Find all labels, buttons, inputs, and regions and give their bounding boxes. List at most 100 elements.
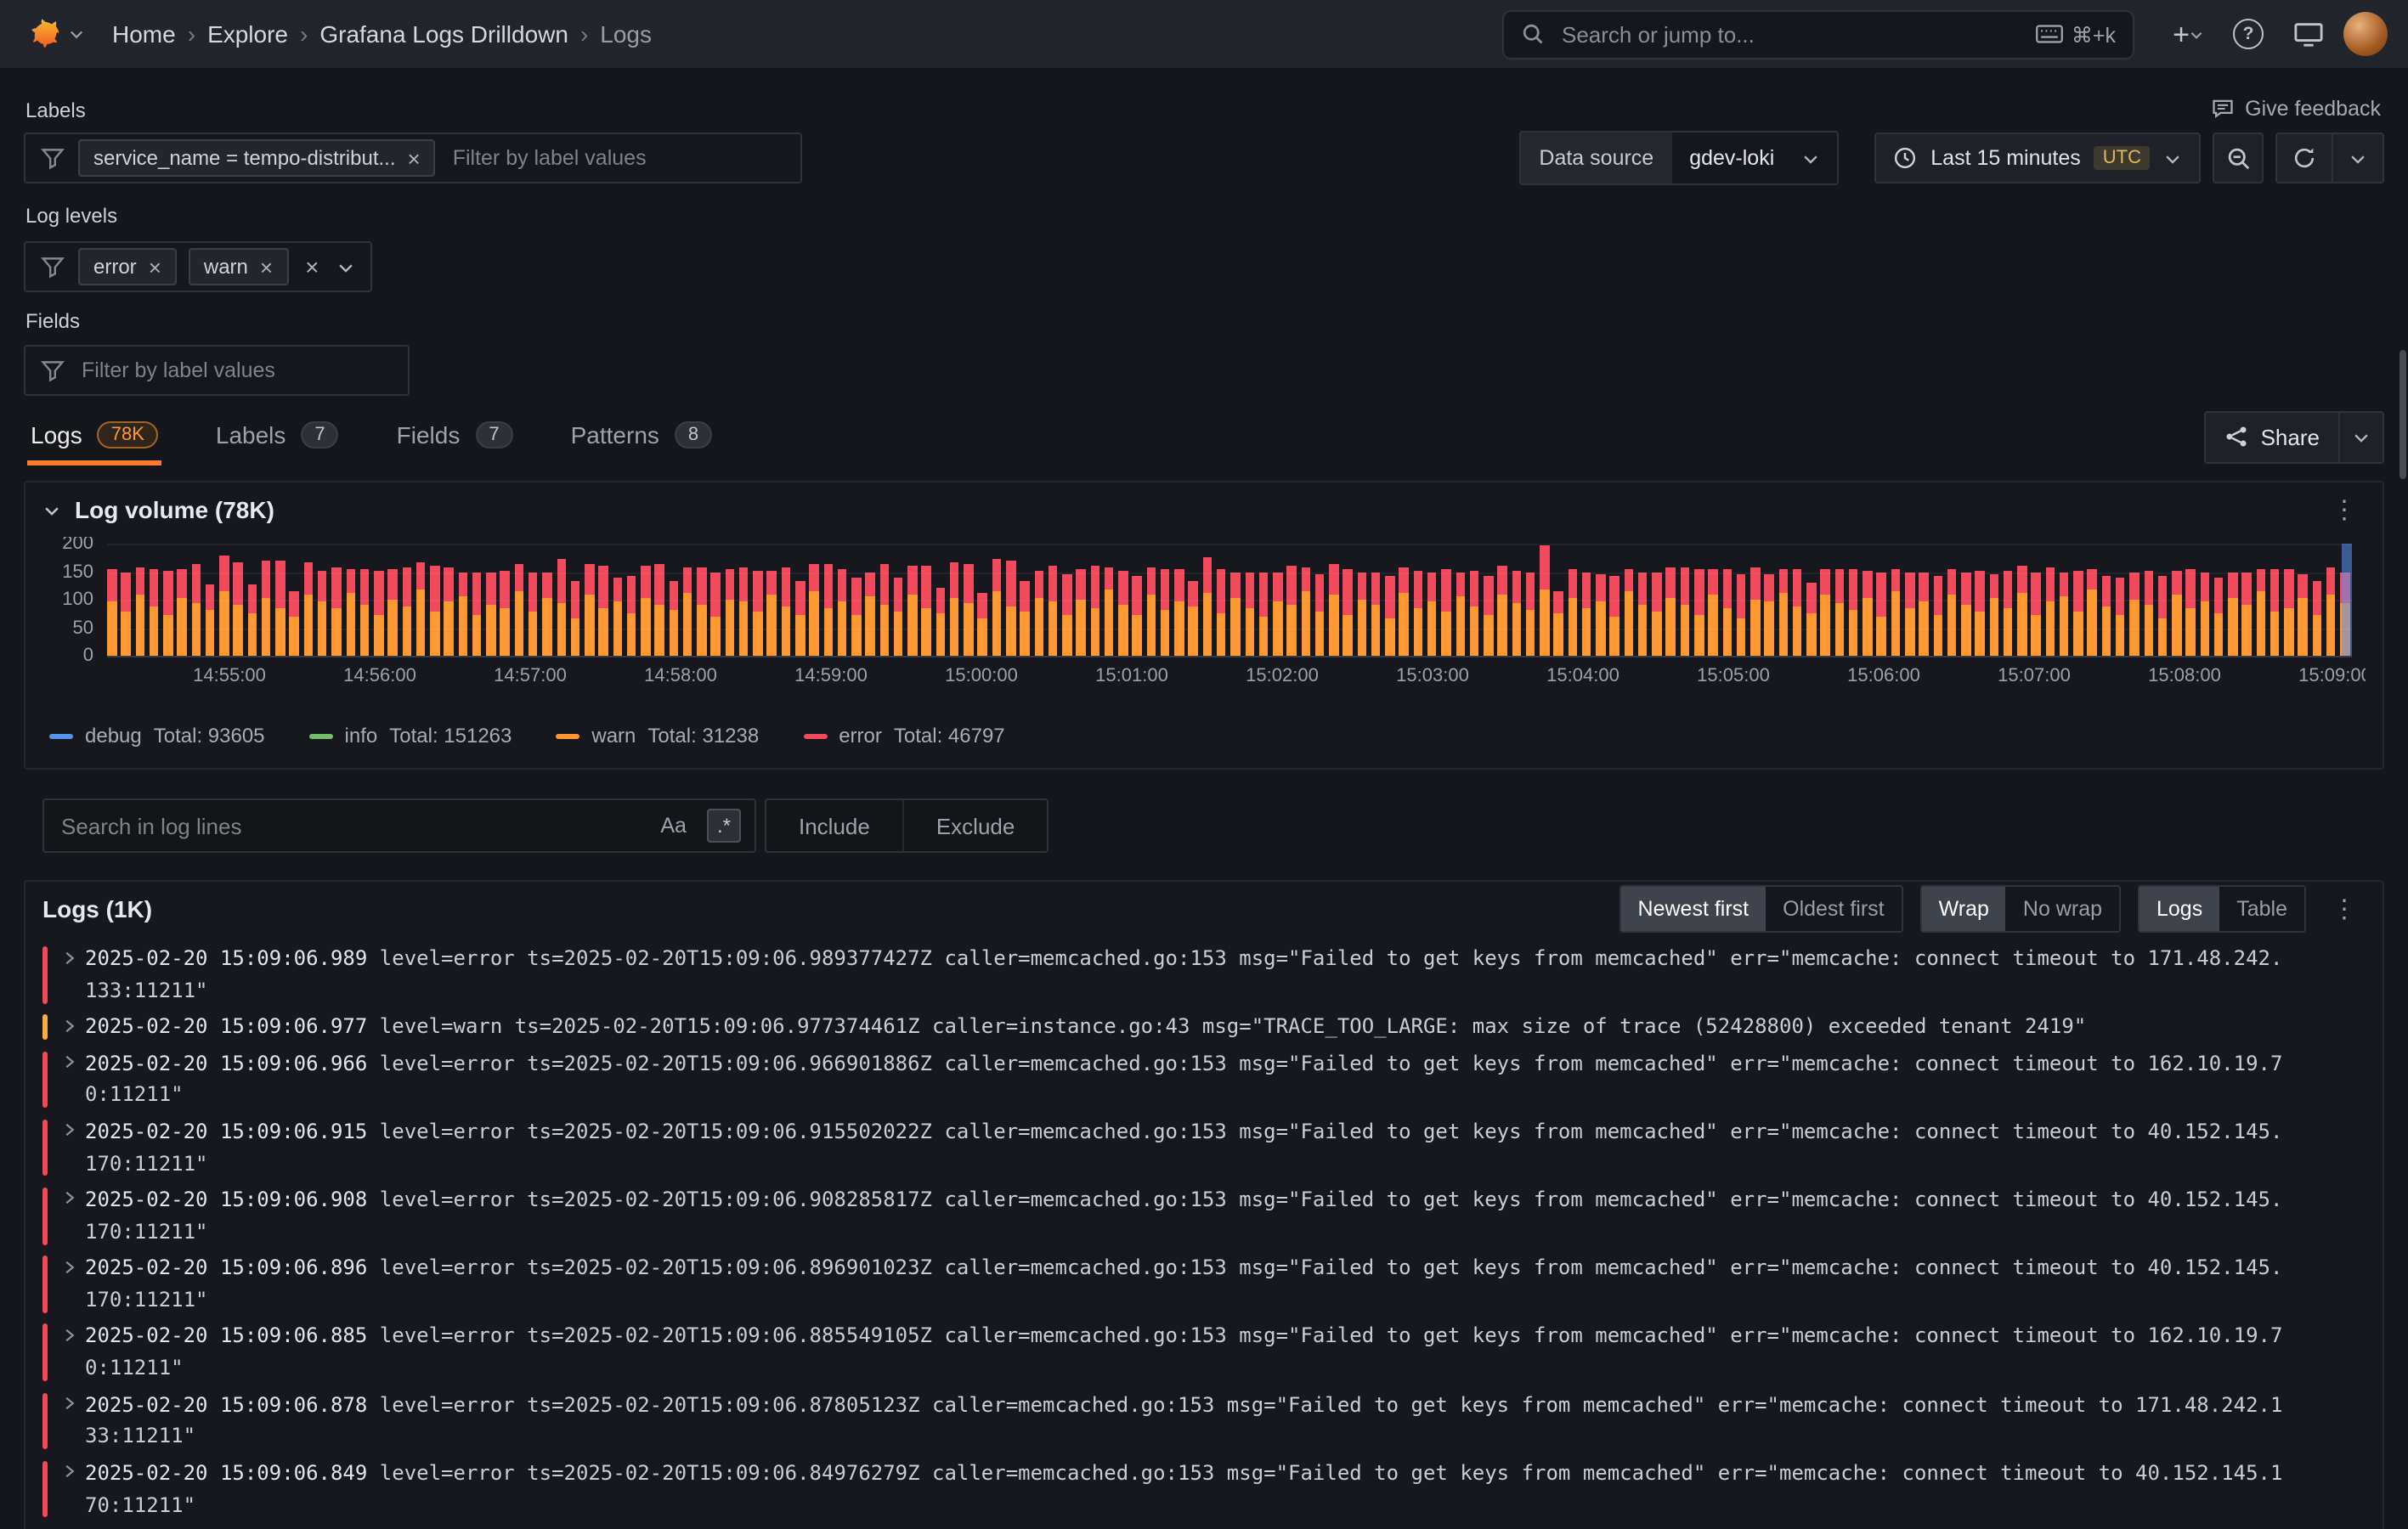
legend-total: Total: 31238 xyxy=(647,724,759,748)
include-button[interactable]: Include xyxy=(766,800,902,851)
logs-panel-menu-icon[interactable]: ⋮ xyxy=(2323,894,2366,924)
log-row-error[interactable]: 2025-02-20 15:09:06.989 level=error ts=2… xyxy=(39,943,2366,1011)
legend-item-warn[interactable]: warnTotal: 31238 xyxy=(556,724,759,748)
label-filter-box[interactable]: service_name = tempo-distribut... × xyxy=(24,133,802,183)
expand-row-icon[interactable] xyxy=(61,1184,85,1248)
level-chip-warn[interactable]: warn× xyxy=(189,248,288,285)
collapse-panel-icon[interactable] xyxy=(42,500,61,519)
log-row-error[interactable]: 2025-02-20 15:09:06.878 level=error ts=2… xyxy=(39,1389,2366,1457)
warn-segment xyxy=(641,597,650,656)
view-option-table[interactable]: Table xyxy=(2219,887,2304,931)
tab-label: Logs xyxy=(31,420,82,448)
expand-row-icon[interactable] xyxy=(61,1457,85,1521)
case-sensitivity-toggle[interactable]: Aa xyxy=(655,810,692,841)
remove-filter-icon[interactable]: × xyxy=(408,147,421,169)
error-segment xyxy=(613,578,622,601)
tab-fields[interactable]: Fields7 xyxy=(393,408,517,465)
service-name-filter-chip[interactable]: service_name = tempo-distribut... × xyxy=(78,139,436,177)
panel-menu-icon[interactable]: ⋮ xyxy=(2323,494,2366,525)
expand-row-icon[interactable] xyxy=(61,1389,85,1453)
clear-levels-icon[interactable]: × xyxy=(302,253,322,280)
log-row-warn[interactable]: 2025-02-20 15:09:06.977 level=warn ts=20… xyxy=(39,1011,2366,1047)
time-range-picker[interactable]: Last 15 minutes UTC xyxy=(1874,133,2201,183)
remove-level-icon[interactable]: × xyxy=(149,256,161,278)
error-segment xyxy=(1189,581,1198,607)
breadcrumb-item[interactable]: Explore xyxy=(207,20,288,48)
grafana-logo[interactable] xyxy=(20,13,85,55)
share-dropdown-button[interactable] xyxy=(2338,412,2383,461)
search-box[interactable]: ⌘+k xyxy=(1502,9,2134,59)
search-log-lines-input[interactable] xyxy=(58,811,640,840)
expand-row-icon[interactable] xyxy=(61,1047,85,1111)
error-segment xyxy=(1329,564,1338,595)
legend-item-debug[interactable]: debugTotal: 93605 xyxy=(49,724,265,748)
log-row-error[interactable]: 2025-02-20 15:09:06.966 level=error ts=2… xyxy=(39,1047,2366,1115)
expand-row-icon[interactable] xyxy=(61,1321,85,1385)
plus-icon: + xyxy=(2173,20,2190,48)
regex-toggle[interactable]: .* xyxy=(707,809,741,843)
refresh-button[interactable] xyxy=(2277,134,2332,182)
remove-level-icon[interactable]: × xyxy=(260,256,273,278)
chevron-down-icon[interactable] xyxy=(336,257,354,276)
warn-segment xyxy=(500,609,510,656)
logs-panel-controls: Newest firstOldest first WrapNo wrap Log… xyxy=(1619,885,2366,933)
expand-row-icon[interactable] xyxy=(61,1116,85,1180)
page-scrollbar-thumb[interactable] xyxy=(2400,350,2406,479)
warn-segment xyxy=(1217,613,1226,656)
fields-filter-input[interactable] xyxy=(78,357,393,384)
expand-row-icon[interactable] xyxy=(61,1526,85,1529)
warn-segment xyxy=(1118,606,1128,656)
x-axis-label: 14:57:00 xyxy=(494,666,567,686)
error-segment xyxy=(1343,569,1353,614)
log-row-error[interactable]: 2025-02-20 15:09:06.885 level=error ts=2… xyxy=(39,1321,2366,1389)
label-values-filter-input[interactable] xyxy=(449,144,785,172)
error-segment xyxy=(303,561,313,595)
log-row-error[interactable]: 2025-02-20 15:09:06.849 level=error ts=2… xyxy=(39,1457,2366,1525)
datasource-value[interactable]: gdev-loki xyxy=(1672,133,1837,183)
tab-labels[interactable]: Labels7 xyxy=(212,408,342,465)
log-levels-section-title: Log levels xyxy=(25,204,117,228)
search-input[interactable] xyxy=(1558,20,2022,48)
add-new-button[interactable]: + xyxy=(2165,8,2213,59)
share-button[interactable]: Share xyxy=(2207,424,2338,449)
breadcrumb-item[interactable]: Home xyxy=(112,20,176,48)
level-chip-error[interactable]: error× xyxy=(78,248,177,285)
fields-section-title: Fields xyxy=(25,309,80,333)
zoom-out-time-button[interactable] xyxy=(2213,133,2264,183)
wrap-option-wrap[interactable]: Wrap xyxy=(1922,887,2006,931)
refresh-interval-dropdown[interactable] xyxy=(2332,134,2383,182)
warn-segment xyxy=(599,607,608,656)
log-row-error[interactable]: 2025-02-20 15:09:06.896 level=error ts=2… xyxy=(39,1252,2366,1320)
legend-item-info[interactable]: infoTotal: 151263 xyxy=(309,724,512,748)
sort-option-newest-first[interactable]: Newest first xyxy=(1621,887,1766,931)
view-option-logs[interactable]: Logs xyxy=(2140,887,2219,931)
news-button[interactable] xyxy=(2284,8,2332,59)
tab-patterns[interactable]: Patterns8 xyxy=(568,408,716,465)
log-row-error[interactable]: 2025-02-20 15:09:06.845 level=error ts=2… xyxy=(39,1526,2366,1529)
legend-item-error[interactable]: errorTotal: 46797 xyxy=(803,724,1004,748)
tab-logs[interactable]: Logs78K xyxy=(27,408,161,465)
give-feedback-link[interactable]: Give feedback xyxy=(2211,97,2381,121)
line-filter-box[interactable]: Aa .* xyxy=(42,798,756,853)
log-line-text: 2025-02-20 15:09:06.896 level=error ts=2… xyxy=(85,1252,2294,1316)
warn-segment xyxy=(1849,610,1858,656)
log-levels-filter-box[interactable]: error× warn× × xyxy=(24,241,371,292)
log-row-error[interactable]: 2025-02-20 15:09:06.908 level=error ts=2… xyxy=(39,1184,2366,1252)
x-axis-label: 14:58:00 xyxy=(644,666,717,686)
expand-row-icon[interactable] xyxy=(61,943,85,1007)
sort-option-oldest-first[interactable]: Oldest first xyxy=(1766,887,1902,931)
user-avatar[interactable] xyxy=(2343,12,2388,56)
error-segment xyxy=(964,564,973,603)
exclude-button[interactable]: Exclude xyxy=(902,800,1048,851)
breadcrumb-item[interactable]: Grafana Logs Drilldown xyxy=(319,20,568,48)
help-button[interactable]: ? xyxy=(2224,8,2272,59)
error-segment xyxy=(514,564,523,592)
level-indicator-error xyxy=(42,1392,48,1449)
expand-row-icon[interactable] xyxy=(61,1252,85,1316)
refresh-button-group xyxy=(2275,133,2384,183)
datasource-picker[interactable]: Data source gdev-loki xyxy=(1518,131,1839,185)
wrap-option-no-wrap[interactable]: No wrap xyxy=(2006,887,2119,931)
expand-row-icon[interactable] xyxy=(61,1011,85,1043)
fields-filter-box[interactable] xyxy=(24,345,410,396)
log-row-error[interactable]: 2025-02-20 15:09:06.915 level=error ts=2… xyxy=(39,1116,2366,1184)
